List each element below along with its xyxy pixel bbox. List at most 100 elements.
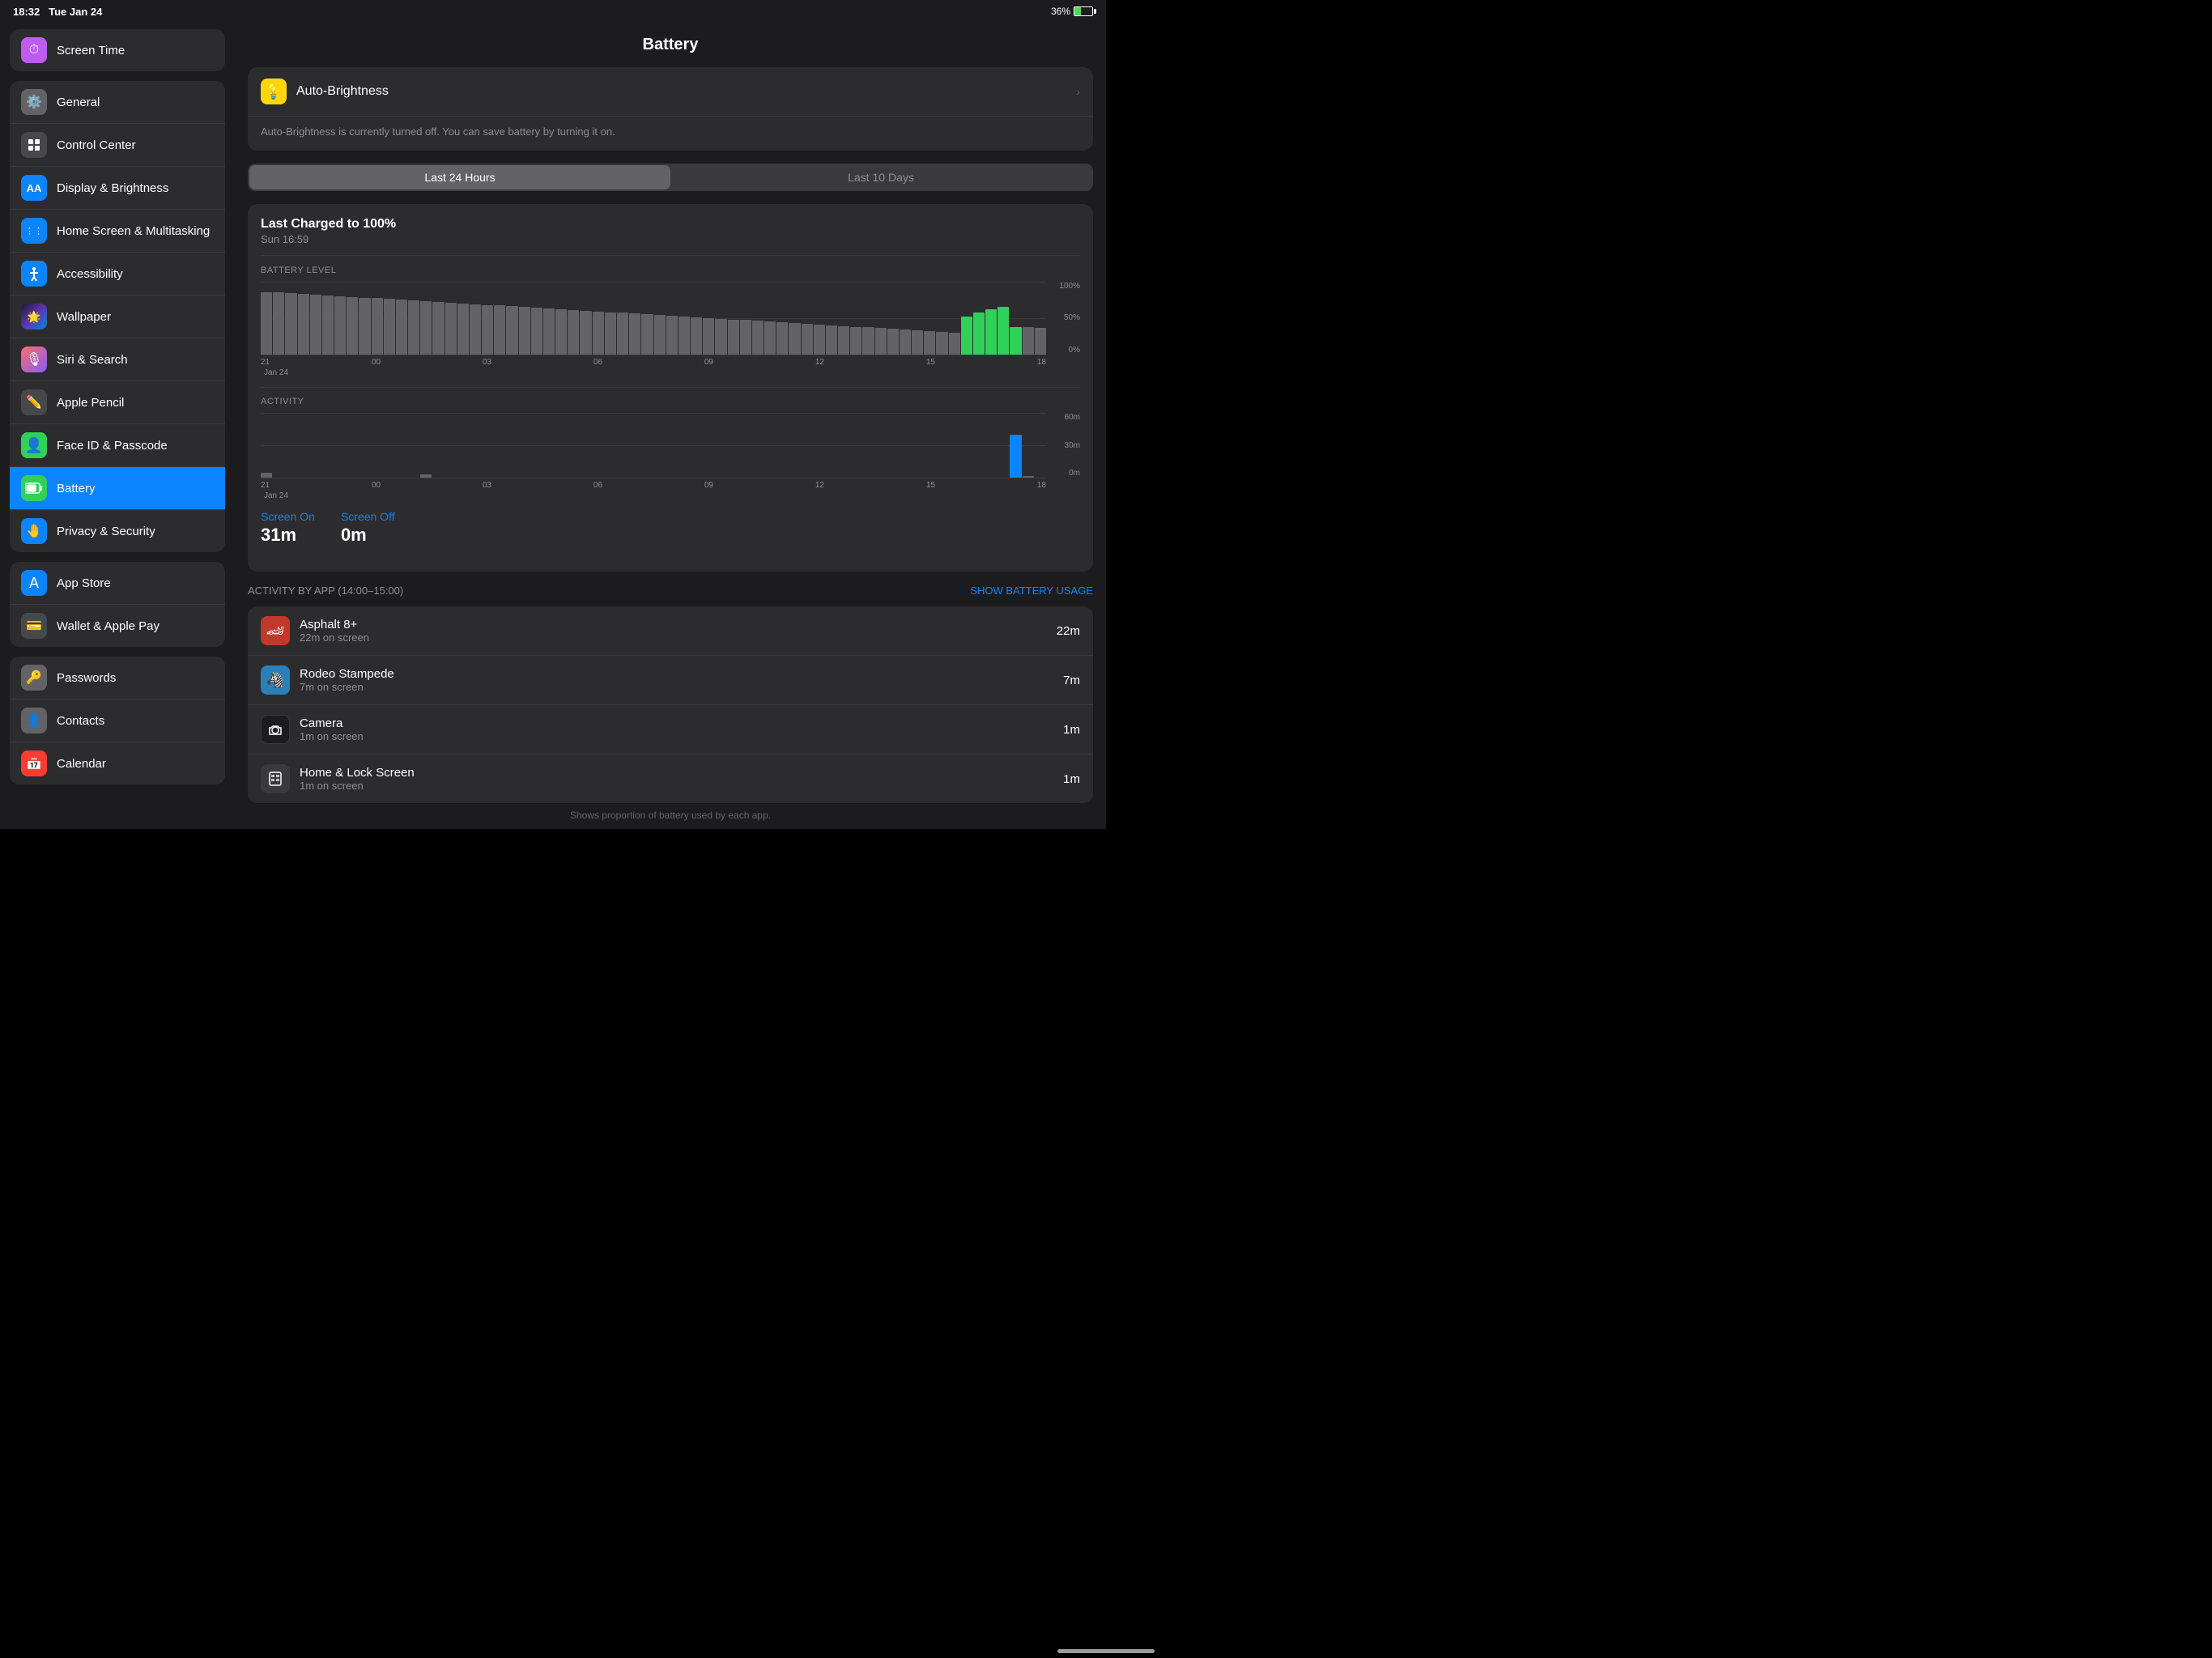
status-right: 36% bbox=[1051, 6, 1093, 17]
activity-bar-13 bbox=[420, 474, 432, 478]
battery-bar-62 bbox=[1023, 327, 1034, 354]
home-indicator bbox=[1057, 1649, 1155, 1653]
battery-bar-20 bbox=[506, 306, 517, 354]
battery-bar-59 bbox=[985, 309, 997, 355]
activity-bar-0 bbox=[261, 473, 272, 478]
rodeo-info: Rodeo Stampede 7m on screen bbox=[300, 667, 1053, 693]
battery-bar-36 bbox=[703, 318, 714, 355]
calendar-icon: 📅 bbox=[21, 750, 47, 776]
control-center-label: Control Center bbox=[57, 138, 136, 152]
battery-bar-6 bbox=[334, 296, 346, 355]
sidebar-item-privacy[interactable]: 🤚 Privacy & Security bbox=[10, 510, 225, 552]
sidebar-item-accessibility[interactable]: Accessibility bbox=[10, 253, 225, 295]
last-charged-time: Sun 16:59 bbox=[261, 233, 1080, 245]
battery-bar-3 bbox=[298, 294, 309, 355]
activity-x-sublabel: Jan 24 bbox=[261, 491, 1080, 500]
app-usage-item-asphalt[interactable]: 🏎 Asphalt 8+ 22m on screen 22m bbox=[248, 606, 1093, 656]
sidebar-item-control-center[interactable]: Control Center bbox=[10, 124, 225, 167]
battery-bar-48 bbox=[850, 327, 861, 355]
battery-bar-35 bbox=[691, 317, 702, 355]
sidebar-item-calendar[interactable]: 📅 Calendar bbox=[10, 742, 225, 784]
content-title: Battery bbox=[248, 36, 1093, 54]
privacy-icon: 🤚 bbox=[21, 518, 47, 544]
battery-bar-1 bbox=[273, 292, 284, 355]
activity-label: ACTIVITY bbox=[261, 397, 1080, 406]
screen-on-label: Screen On bbox=[261, 510, 315, 523]
face-id-icon: 👤 bbox=[21, 432, 47, 458]
battery-bar-63 bbox=[1035, 328, 1046, 354]
battery-bar-30 bbox=[629, 313, 640, 354]
wallet-icon: 💳 bbox=[21, 613, 47, 639]
divider-1 bbox=[261, 255, 1080, 256]
battery-bar-28 bbox=[605, 312, 616, 355]
screen-time-label: Screen Time bbox=[57, 44, 125, 57]
sidebar[interactable]: ⏱ Screen Time ⚙️ General Control bbox=[0, 23, 235, 829]
sidebar-item-passwords[interactable]: 🔑 Passwords bbox=[10, 657, 225, 699]
battery-level-chart: 100% 50% 0% bbox=[261, 282, 1080, 355]
battery-bar-53 bbox=[912, 330, 923, 355]
auto-brightness-icon: 💡 bbox=[261, 79, 287, 104]
sidebar-item-general[interactable]: ⚙️ General bbox=[10, 81, 225, 124]
activity-chart: 60m 30m 0m bbox=[261, 413, 1080, 478]
auto-brightness-label: Auto-Brightness bbox=[296, 84, 1066, 99]
footer-note: Shows proportion of battery used by each… bbox=[248, 803, 1093, 829]
battery-bar-43 bbox=[789, 323, 800, 355]
tab-last-24-hours[interactable]: Last 24 Hours bbox=[249, 165, 670, 189]
screen-time-icon: ⏱ bbox=[21, 37, 47, 63]
rodeo-name: Rodeo Stampede bbox=[300, 667, 1053, 681]
battery-bar-24 bbox=[555, 309, 567, 355]
battery-bar-5 bbox=[322, 295, 334, 355]
auto-brightness-desc: Auto-Brightness is currently turned off.… bbox=[248, 117, 1093, 151]
battery-bar-40 bbox=[752, 321, 764, 354]
battery-bar-16 bbox=[457, 304, 469, 355]
screen-on-stat: Screen On 31m bbox=[261, 510, 315, 546]
sidebar-item-display[interactable]: AA Display & Brightness bbox=[10, 167, 225, 210]
sidebar-item-face-id[interactable]: 👤 Face ID & Passcode bbox=[10, 424, 225, 467]
passwords-icon: 🔑 bbox=[21, 665, 47, 691]
sidebar-item-apple-pencil[interactable]: ✏️ Apple Pencil bbox=[10, 381, 225, 424]
activity-y-labels: 60m 30m 0m bbox=[1051, 413, 1080, 478]
app-usage-item-rodeo[interactable]: 🦓 Rodeo Stampede 7m on screen 7m bbox=[248, 656, 1093, 705]
activity-bars-area bbox=[261, 413, 1046, 478]
sidebar-item-app-store[interactable]: A App Store bbox=[10, 562, 225, 605]
sidebar-item-siri[interactable]: 🎙 Siri & Search bbox=[10, 338, 225, 381]
app-usage-item-camera[interactable]: Camera 1m on screen 1m bbox=[248, 705, 1093, 755]
activity-bar-62 bbox=[1023, 476, 1034, 478]
show-battery-usage-btn[interactable]: SHOW BATTERY USAGE bbox=[970, 585, 1093, 597]
display-icon: AA bbox=[21, 175, 47, 201]
sidebar-item-screen-time[interactable]: ⏱ Screen Time bbox=[10, 29, 225, 71]
battery-bar-8 bbox=[359, 298, 370, 355]
sidebar-group-main: ⚙️ General Control Center AA Display & B… bbox=[10, 81, 225, 552]
camera-info: Camera 1m on screen bbox=[300, 716, 1053, 742]
battery-bar-45 bbox=[814, 325, 825, 355]
battery-bar-42 bbox=[776, 322, 788, 355]
siri-icon: 🎙 bbox=[21, 346, 47, 372]
passwords-label: Passwords bbox=[57, 671, 116, 685]
battery-bar-39 bbox=[740, 320, 751, 354]
battery-bar-31 bbox=[641, 314, 653, 355]
battery-bar-27 bbox=[593, 312, 604, 355]
privacy-label: Privacy & Security bbox=[57, 525, 155, 538]
asphalt-subtext: 22m on screen bbox=[300, 631, 1047, 644]
sidebar-item-wallet[interactable]: 💳 Wallet & Apple Pay bbox=[10, 605, 225, 647]
activity-x-labels: 21 00 03 06 09 12 15 18 bbox=[261, 481, 1080, 490]
sidebar-item-wallpaper[interactable]: 🌟 Wallpaper bbox=[10, 295, 225, 338]
rodeo-icon: 🦓 bbox=[261, 665, 290, 695]
app-usage-item-home-lock[interactable]: Home & Lock Screen 1m on screen 1m bbox=[248, 755, 1093, 803]
auto-brightness-row[interactable]: 💡 Auto-Brightness › bbox=[248, 67, 1093, 117]
asphalt-time: 22m bbox=[1057, 624, 1080, 638]
screen-off-label: Screen Off bbox=[341, 510, 395, 523]
camera-time: 1m bbox=[1063, 723, 1080, 737]
battery-icon bbox=[1074, 6, 1093, 16]
tab-last-10-days[interactable]: Last 10 Days bbox=[670, 165, 1091, 189]
sidebar-item-home-screen[interactable]: ⋮⋮ Home Screen & Multitasking bbox=[10, 210, 225, 253]
status-bar: 18:32 Tue Jan 24 36% bbox=[0, 0, 1106, 23]
battery-bar-15 bbox=[445, 303, 457, 355]
battery-bar-2 bbox=[285, 293, 296, 355]
sidebar-item-battery[interactable]: Battery bbox=[10, 467, 225, 510]
battery-bar-54 bbox=[924, 331, 935, 355]
sidebar-item-contacts[interactable]: 👤 Contacts bbox=[10, 699, 225, 742]
asphalt-info: Asphalt 8+ 22m on screen bbox=[300, 618, 1047, 644]
battery-bar-0 bbox=[261, 292, 272, 355]
app-store-label: App Store bbox=[57, 576, 111, 590]
